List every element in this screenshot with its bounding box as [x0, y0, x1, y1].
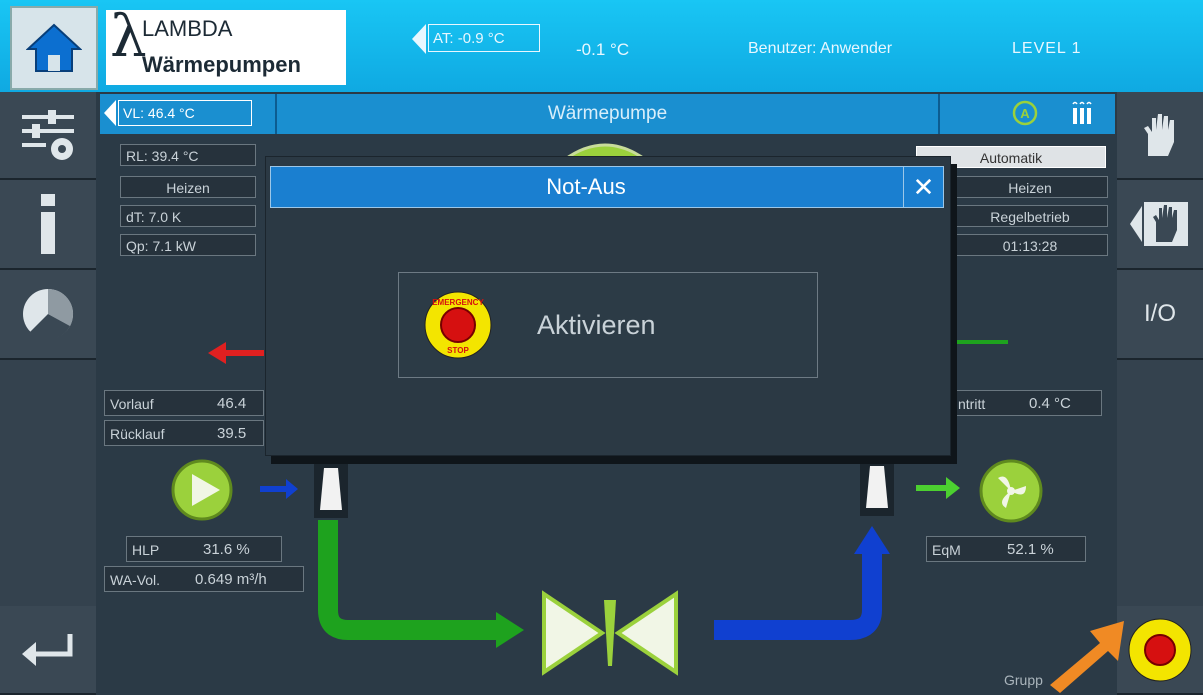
eqm-row: EqM 52.1 % [926, 536, 1086, 562]
title-divider-left [275, 94, 277, 134]
hand-box-icon [1130, 202, 1188, 246]
ruecklauf-value: 39.5 [217, 425, 247, 442]
activate-emergency-stop-button[interactable]: EMERGENCY STOP Aktivieren [398, 272, 818, 378]
water-volume-row: WA-Vol. 0.649 m³/h [104, 566, 304, 592]
mode-label: Heizen [120, 176, 256, 198]
page-title: Wärmepumpe [547, 103, 668, 124]
ruecklauf-row: Rücklauf 39.5 [104, 420, 264, 446]
return-arrow-icon [22, 633, 73, 666]
water-volume-value: 0.649 m³/h [195, 571, 267, 588]
pie-chart-icon [23, 288, 74, 340]
emergency-stop-icon: EMERGENCY STOP [424, 291, 492, 359]
title-divider-right [938, 94, 940, 134]
hlp-value: 31.6 % [203, 541, 250, 558]
lambda-logo: λ LAMBDA Wärmepumpen [106, 2, 346, 85]
logo-text-top: LAMBDA [142, 16, 233, 41]
green-flow-arrow-icon [916, 477, 960, 499]
green-line [952, 340, 1008, 344]
eintritt-value: 0.4 °C [1029, 395, 1071, 412]
delta-t-badge: dT: 7.0 K [120, 205, 256, 227]
water-volume-label: WA-Vol. [110, 572, 161, 588]
return-temp-badge: RL: 39.4 °C [120, 144, 256, 166]
activate-label: Aktivieren [537, 309, 656, 340]
mode-badge: Heizen [120, 176, 256, 198]
ruecklauf-label: Rücklauf [110, 426, 165, 442]
power-badge: Qp: 7.1 kW [120, 234, 256, 256]
return-temp-label: RL: 39.4 °C [120, 144, 256, 166]
vorlauf-value: 46.4 [217, 395, 247, 412]
sensor-left-icon [314, 462, 348, 518]
sensor-right-icon [860, 460, 894, 516]
eqm-label: EqM [932, 542, 961, 558]
heating-pump-icon [171, 459, 233, 521]
manual-override-button[interactable] [1117, 180, 1203, 270]
statistics-button[interactable] [0, 270, 96, 360]
orange-pointer-arrow-icon [1050, 621, 1124, 693]
dialog-close-button[interactable]: ✕ [903, 167, 943, 207]
vorlauf-label: Vorlauf [110, 396, 154, 412]
emergency-stop-top-text: EMERGENCY [432, 298, 484, 307]
eintritt-label: ntritt [958, 396, 986, 412]
blue-flow-arrow-icon [260, 479, 298, 499]
operation-label: Regelbetrieb [952, 205, 1108, 227]
heating-radiator-icon [1072, 101, 1092, 124]
eqm-value: 52.1 % [1007, 541, 1054, 558]
back-button[interactable] [0, 606, 96, 695]
outdoor-temp-badge[interactable]: AT: -0.9 °C [412, 24, 542, 54]
emergency-stop-icon [1128, 618, 1192, 681]
red-outflow-arrow-icon [208, 342, 264, 364]
io-label: I/O [1143, 300, 1176, 327]
logo-text-bottom: Wärmepumpen [142, 52, 301, 77]
info-button[interactable] [0, 180, 96, 270]
eintritt-row: ntritt 0.4 °C [952, 390, 1102, 416]
home-button[interactable] [10, 6, 98, 90]
manual-mode-button[interactable] [1117, 92, 1203, 180]
group-label: Grupp [1004, 672, 1043, 688]
svg-text:A: A [1020, 106, 1030, 121]
fan-icon [979, 459, 1043, 523]
level-label: LEVEL 1 [1012, 40, 1082, 57]
home-icon [26, 23, 82, 72]
user-label: Benutzer: Anwender [748, 40, 893, 57]
settings-button[interactable] [0, 92, 96, 180]
hlp-label: HLP [132, 542, 160, 558]
io-button[interactable]: I/O [1117, 270, 1203, 360]
settings-sliders-icon [22, 110, 74, 160]
outdoor-temp-label: AT: -0.9 °C [428, 24, 540, 52]
info-icon [41, 194, 55, 254]
dialog-title: Not-Aus [546, 174, 626, 199]
delta-t-label: dT: 7.0 K [120, 205, 256, 227]
power-label: Qp: 7.1 kW [120, 234, 256, 256]
vorlauf-row: Vorlauf 46.4 [104, 390, 264, 416]
automatic-mode-icon: A [1012, 100, 1038, 126]
temperature-value: -0.1 °C [576, 40, 630, 59]
emergency-stop-bottom-text: STOP [447, 346, 469, 355]
hand-icon [1144, 114, 1174, 156]
expansion-valve-icon [542, 590, 678, 676]
runtime-label: 01:13:28 [952, 234, 1108, 256]
dialog-title-bar: Not-Aus ✕ [270, 166, 944, 208]
right-mode-label: Heizen [952, 176, 1108, 198]
hlp-row: HLP 31.6 % [126, 536, 282, 562]
